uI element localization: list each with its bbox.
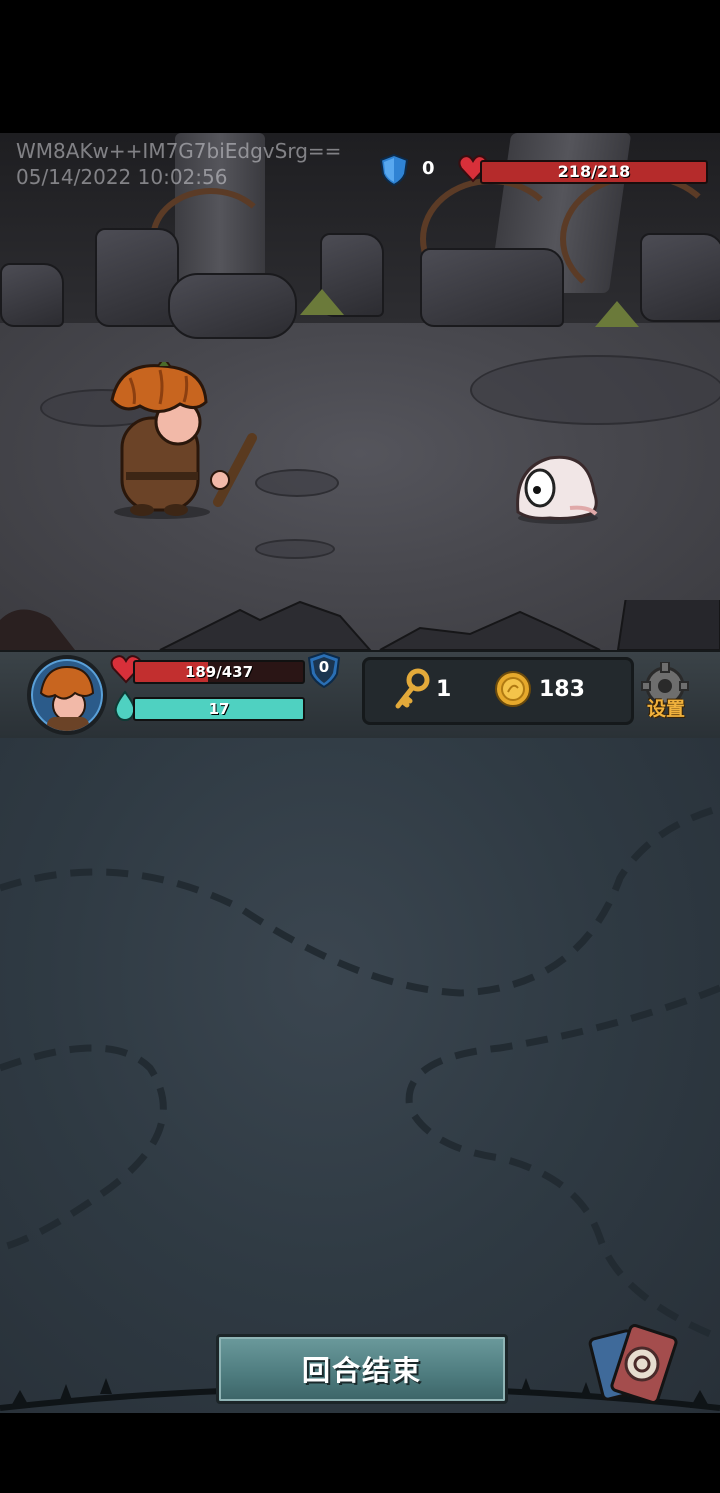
puddle <box>255 469 339 497</box>
player-hp-bar: 189/437 <box>133 660 305 684</box>
settings-button[interactable]: 设置 <box>638 694 694 721</box>
puddle <box>255 539 335 559</box>
puddle <box>470 355 720 425</box>
gold-coin-icon <box>495 671 531 707</box>
rock <box>0 263 64 327</box>
enemy-status: 0 218/218 <box>380 152 710 188</box>
grass <box>300 289 344 315</box>
player-portrait[interactable] <box>27 655 107 735</box>
top-letterbox <box>0 0 720 133</box>
foreground-rocks <box>0 600 720 650</box>
rock <box>640 233 720 322</box>
player-shield-value: 0 <box>318 658 330 676</box>
coin-count: 183 <box>539 677 585 702</box>
bottom-letterbox <box>0 1413 720 1493</box>
hand-area <box>0 738 720 1413</box>
deck-icon[interactable] <box>588 1320 684 1406</box>
watermark-id: WM8AKw++IM7G7biEdgvSrg== <box>16 139 342 163</box>
grass <box>595 301 639 327</box>
player-energy-text: 17 <box>208 700 230 718</box>
log <box>168 273 297 339</box>
pumpkin-hero-character[interactable] <box>100 362 260 522</box>
ghost-blob-enemy[interactable] <box>510 448 606 526</box>
key-count: 1 <box>436 677 452 702</box>
pumpkin-hero-avatar <box>39 665 95 731</box>
rock <box>95 228 179 327</box>
end-turn-button[interactable]: 回合结束 <box>216 1334 508 1404</box>
enemy-shield-value: 0 <box>422 158 435 179</box>
watermark-timestamp: 05/14/2022 10:02:56 <box>16 165 228 189</box>
end-turn-label: 回合结束 <box>301 1354 422 1387</box>
blue-shield-icon <box>380 154 408 186</box>
enemy-hp-text: 218/218 <box>557 162 631 181</box>
player-hp-text: 189/437 <box>184 663 254 681</box>
key-icon <box>395 668 430 709</box>
rock <box>420 248 564 327</box>
watermark: WM8AKw++IM7G7biEdgvSrg== 05/14/2022 10:0… <box>16 138 341 190</box>
dashed-path-decoration <box>0 804 720 1342</box>
enemy-hp-bar: 218/218 <box>480 160 708 184</box>
player-energy-bar: 17 <box>133 697 305 721</box>
